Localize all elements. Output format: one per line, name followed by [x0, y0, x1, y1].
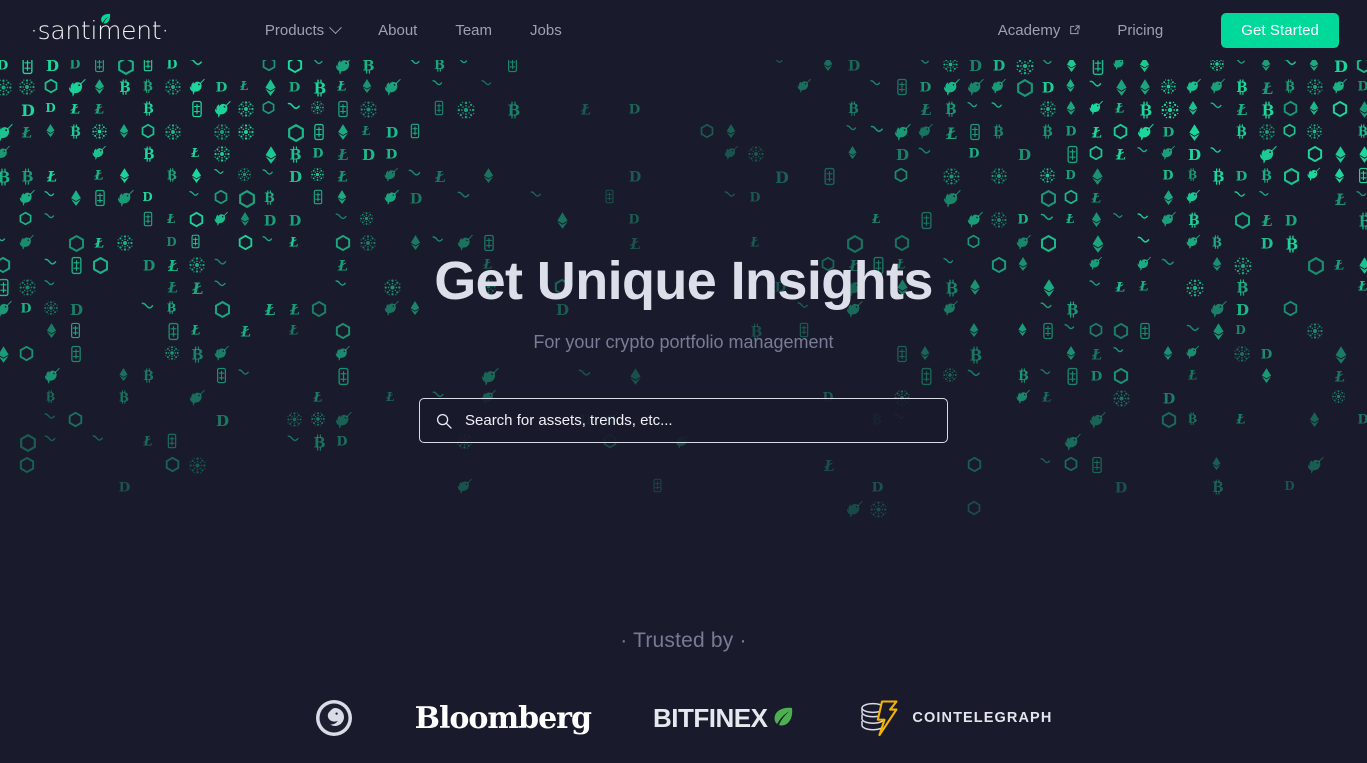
nav-item-jobs[interactable]: Jobs: [530, 22, 562, 39]
circular-seal-icon: [315, 700, 352, 736]
logo-bloomberg-text: Bloomberg: [414, 700, 592, 736]
trusted-by-section: · Trusted by · Bloomberg BITFINEX COINTE…: [0, 629, 1367, 763]
crypto-glyph-dai: D: [1112, 478, 1130, 496]
svg-text:Ł: Ł: [823, 457, 835, 475]
hero-section: Get Unique Insights For your crypto port…: [0, 60, 1367, 444]
leaf-icon: [774, 707, 793, 726]
nav-item-products[interactable]: Products: [264, 20, 342, 39]
site-header: ·santiment· Products About Team Jobs Aca…: [0, 0, 1367, 60]
trusted-by-label: · Trusted by ·: [620, 629, 747, 652]
crypto-glyph-link: [1063, 456, 1079, 472]
nav-item-academy[interactable]: Academy: [998, 22, 1082, 39]
logo-bitfinex-text: BITFINEX: [652, 702, 768, 733]
partner-logo-row: Bloomberg BITFINEX COINTELEGRAPH: [0, 683, 1367, 753]
brand-logo[interactable]: ·santiment·: [30, 13, 169, 45]
crypto-glyph-dai: D: [869, 478, 886, 495]
external-link-icon: [1070, 25, 1080, 35]
crypto-glyph-btc: B: [1209, 478, 1227, 496]
crypto-glyph-eth: [1209, 456, 1224, 471]
svg-text:D: D: [1115, 480, 1127, 496]
logo-seal-emblem[interactable]: [315, 699, 353, 737]
page-title: Get Unique Insights: [434, 251, 933, 311]
nav-item-team[interactable]: Team: [455, 22, 492, 39]
crypto-glyph-uni: [1306, 456, 1325, 475]
get-started-button[interactable]: Get Started: [1221, 12, 1339, 48]
logo-cointelegraph[interactable]: COINTELEGRAPH: [857, 697, 1052, 739]
header-right-group: Academy Pricing Get Started: [998, 12, 1339, 48]
nav-item-academy-label: Academy: [997, 21, 1061, 39]
crypto-glyph-ltc: Ł: [820, 456, 839, 475]
crypto-glyph-dot: [869, 500, 888, 519]
crypto-glyph-usdt: [1088, 456, 1106, 474]
crypto-glyph-link: [966, 500, 982, 516]
search-icon: [436, 413, 452, 429]
crypto-glyph-dai: D: [1282, 478, 1297, 493]
search-input[interactable]: [465, 412, 931, 430]
logo-bitfinex[interactable]: BITFINEX: [653, 703, 795, 734]
nav-item-pricing[interactable]: Pricing: [1117, 22, 1163, 39]
chevron-down-icon: [329, 20, 342, 34]
hero-subtitle: For your crypto portfolio management: [533, 332, 834, 353]
nav-item-about[interactable]: About: [378, 22, 417, 39]
crypto-glyph-uni: [845, 500, 864, 519]
svg-text:B: B: [1212, 480, 1223, 496]
crypto-glyph-usdt: [650, 478, 665, 493]
search-box[interactable]: [419, 398, 948, 444]
crypto-glyph-link: [18, 456, 36, 474]
svg-text:D: D: [118, 479, 130, 495]
nav-item-products-label: Products: [264, 21, 325, 39]
svg-text:D: D: [871, 479, 883, 495]
coin-bolt-icon: [861, 700, 898, 737]
leaf-icon: [101, 13, 111, 23]
main-navigation: Products About Team Jobs: [264, 20, 562, 39]
svg-text:D: D: [1284, 479, 1294, 493]
crypto-glyph-uni: [456, 478, 473, 495]
logo-bloomberg[interactable]: Bloomberg: [414, 700, 592, 736]
crypto-glyph-link: [164, 456, 181, 473]
crypto-glyph-dot: [188, 456, 207, 475]
crypto-glyph-dai: D: [116, 478, 133, 495]
crypto-glyph-link: [966, 456, 983, 473]
logo-cointelegraph-text: COINTELEGRAPH: [912, 710, 1053, 726]
crypto-glyph-xrp: [1039, 456, 1055, 472]
